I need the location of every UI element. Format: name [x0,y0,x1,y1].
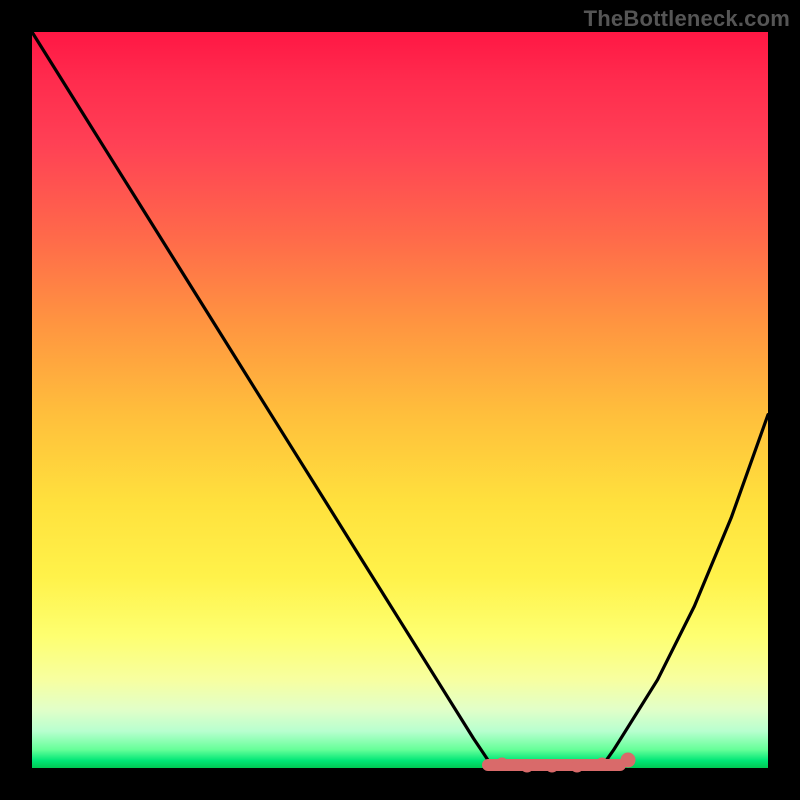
watermark-text: TheBottleneck.com [584,6,790,32]
chart-frame: TheBottleneck.com [0,0,800,800]
flat-bottom-markers [488,753,635,772]
flat-bottom-marker [521,760,533,772]
flat-bottom-marker [596,758,608,770]
flat-bottom-marker [496,758,508,770]
flat-bottom-marker [546,760,558,772]
flat-bottom-end-marker [621,753,635,767]
flat-bottom-marker [571,760,583,772]
curve-layer [32,32,768,768]
plot-area [32,32,768,768]
bottleneck-curve-path [32,32,768,768]
